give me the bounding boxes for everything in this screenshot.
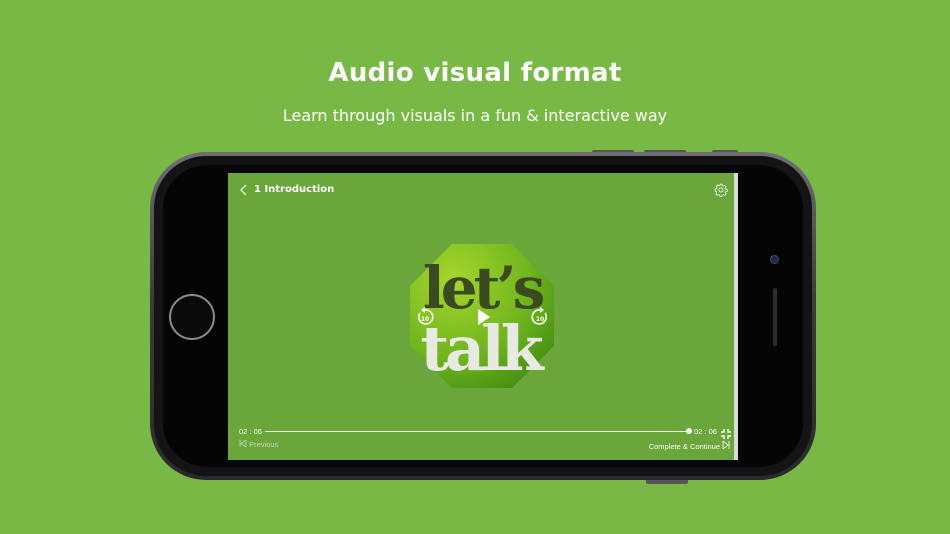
next-label: Complete & Continue [648,441,720,451]
play-icon[interactable] [476,308,492,326]
back-chevron-icon[interactable] [238,183,254,199]
video-player-screen: 1 Introduction let’s talk 10 10 02: 06 … [228,173,738,460]
svg-text:10: 10 [421,316,429,323]
settings-gear-icon[interactable] [714,183,728,197]
home-button[interactable] [169,294,215,340]
progress-bar[interactable] [265,431,689,432]
next-icon [722,440,730,451]
current-time: 02 : 06 [239,427,262,436]
progress-thumb[interactable] [686,428,692,434]
camera-icon [770,255,779,264]
total-time: 02 : 06 [694,427,717,436]
hero-subtitle: Learn through visuals in a fun & interac… [282,106,668,125]
lesson-title: 1 Introduction [254,184,335,195]
previous-button[interactable]: Previous [239,439,279,449]
fullscreen-icon[interactable] [721,426,731,439]
forward-10-icon[interactable]: 10 [530,307,550,327]
previous-label: Previous [249,440,279,449]
phone-speaker [773,288,777,346]
svg-text:10: 10 [536,316,544,323]
hero-title: Audio visual format [328,58,622,88]
rewind-10-icon[interactable]: 10 [415,307,435,327]
previous-icon [239,439,249,449]
complete-continue-button[interactable]: Complete & Continue [648,440,730,451]
